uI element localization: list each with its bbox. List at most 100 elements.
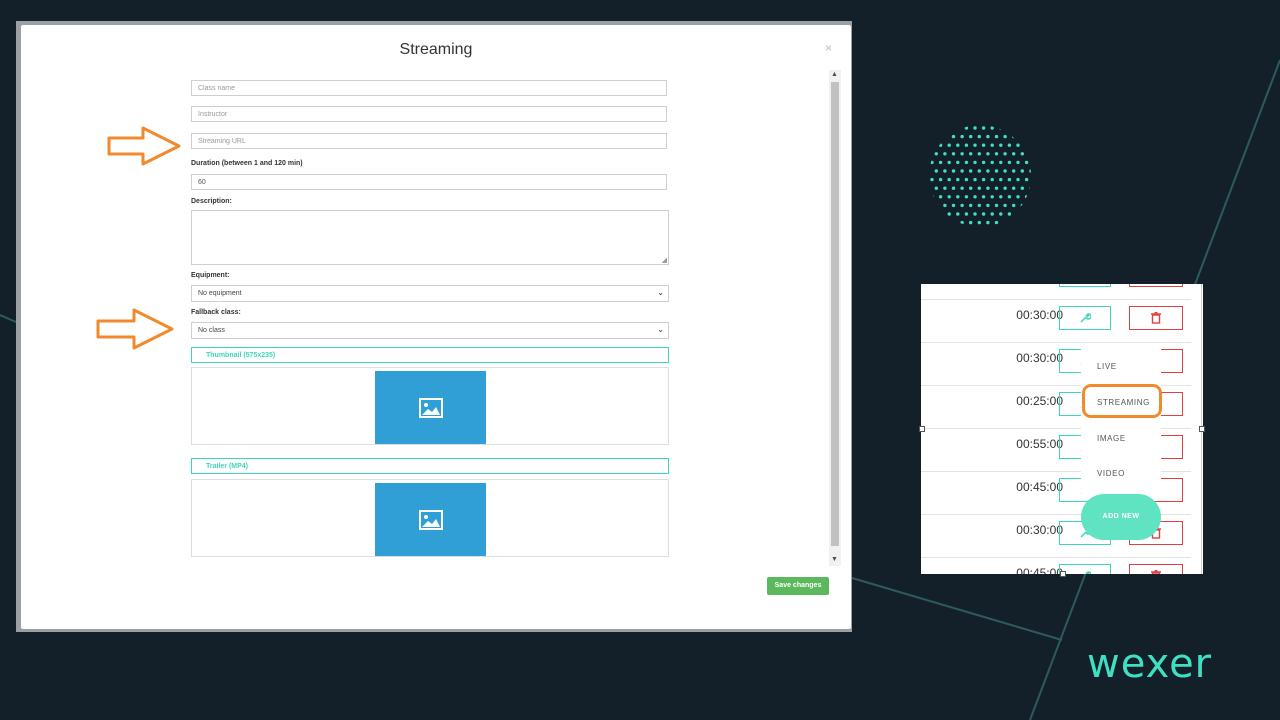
decor-dot: [999, 177, 1003, 182]
streaming-highlight-annotation: [1082, 384, 1162, 418]
arrow-annotation-icon: [96, 308, 174, 350]
equipment-label: Equipment:: [191, 272, 230, 279]
decor-dot: [1012, 220, 1016, 225]
decor-dot: [990, 195, 994, 199]
chevron-down-icon: ⌄: [657, 325, 664, 334]
decor-dot: [1029, 152, 1031, 156]
decor-dot: [960, 134, 964, 139]
decor-dot: [1007, 177, 1012, 182]
decor-dot: [1016, 126, 1020, 130]
decor-dot: [1007, 143, 1012, 147]
decor-dot: [938, 143, 943, 147]
dot-pattern-decor: [930, 126, 1031, 225]
decor-dot: [934, 169, 938, 173]
duration-value: 00:45:00: [1016, 566, 1063, 574]
decor-dot: [947, 177, 951, 182]
wrench-icon: [1085, 571, 1091, 574]
decor-dot: [986, 169, 990, 173]
thumbnail-tab[interactable]: Thumbnail (575x235): [191, 347, 669, 363]
duration-value: 00:30:00: [1016, 308, 1063, 322]
scroll-up-icon[interactable]: ▲: [831, 71, 838, 79]
decor-dot: [947, 160, 951, 165]
decor-dot: [1024, 143, 1029, 147]
delete-button[interactable]: [1129, 284, 1183, 287]
decor-dot: [994, 152, 999, 156]
class-list-panel: 00:30:00 00:30:00 00:25:00 00:55:00 00:45:00…: [921, 284, 1203, 574]
decor-dot: [990, 177, 994, 182]
decor-dot: [969, 152, 973, 156]
decor-dot: [1003, 220, 1007, 225]
decor-dot: [1012, 152, 1016, 156]
decor-dot: [986, 134, 990, 139]
thumbnail-upload-area[interactable]: [191, 367, 669, 445]
description-label: Description:: [191, 198, 232, 205]
fallback-class-select[interactable]: No class ⌄: [191, 322, 669, 339]
decor-dot: [1007, 160, 1012, 165]
decor-dot: [943, 220, 947, 225]
decor-dot: [990, 143, 994, 147]
trailer-upload-area[interactable]: [191, 479, 669, 557]
class-name-input[interactable]: Class name: [191, 80, 667, 96]
trailer-tab[interactable]: Trailer (MP4): [191, 458, 669, 474]
edit-button[interactable]: [1059, 306, 1111, 330]
close-icon[interactable]: ×: [825, 41, 832, 55]
decor-dot: [981, 126, 986, 130]
decor-dot: [1029, 203, 1031, 208]
duration-input[interactable]: 60: [191, 174, 667, 190]
decor-dot: [977, 134, 981, 139]
decor-dot: [960, 152, 964, 156]
decor-dot: [1020, 220, 1024, 225]
decor-dot: [986, 152, 990, 156]
decor-dot: [1003, 186, 1007, 190]
scrollbar-thumb[interactable]: [831, 82, 839, 546]
table-row: 00:45:00: [921, 557, 1191, 574]
decor-dot: [964, 212, 969, 216]
delete-button[interactable]: [1129, 306, 1183, 330]
decor-dot: [986, 203, 990, 208]
menu-item-video[interactable]: VIDEO: [1097, 469, 1125, 478]
decor-dot: [1007, 126, 1012, 130]
trailer-placeholder[interactable]: [375, 483, 486, 556]
decor-dot: [1024, 126, 1029, 130]
decor-dot: [1003, 134, 1007, 139]
streaming-url-input[interactable]: Streaming URL: [191, 133, 667, 149]
decor-dot: [1012, 134, 1016, 139]
menu-item-image[interactable]: IMAGE: [1097, 434, 1126, 443]
fallback-select-value: No class: [198, 327, 225, 334]
decor-dot: [999, 160, 1003, 165]
instructor-input[interactable]: Instructor: [191, 106, 667, 122]
save-changes-button[interactable]: Save changes: [767, 577, 829, 595]
decor-dot: [930, 160, 934, 165]
resize-handle-icon[interactable]: ◢: [662, 256, 667, 264]
selection-handle: [1199, 426, 1205, 432]
scroll-down-icon[interactable]: ▼: [831, 556, 838, 564]
decor-dot: [981, 195, 986, 199]
duration-value: 00:55:00: [1016, 437, 1063, 451]
menu-item-live[interactable]: LIVE: [1097, 362, 1117, 371]
description-textarea[interactable]: ◢: [191, 210, 669, 265]
decor-dot: [1012, 169, 1016, 173]
thumbnail-placeholder[interactable]: [375, 371, 486, 444]
duration-label: Duration (between 1 and 120 min): [191, 160, 303, 167]
decor-dot: [1016, 195, 1020, 199]
decor-dot: [994, 203, 999, 208]
decor-dot: [994, 169, 999, 173]
decor-dot: [956, 212, 960, 216]
equipment-select[interactable]: No equipment ⌄: [191, 285, 669, 302]
image-icon: [418, 509, 443, 530]
add-new-button[interactable]: ADD NEW: [1081, 494, 1161, 540]
decor-dot: [1016, 160, 1020, 165]
decor-dot: [947, 143, 951, 147]
decor-dot: [956, 195, 960, 199]
decor-dot: [956, 143, 960, 147]
decor-dot: [943, 134, 947, 139]
decor-dot: [969, 203, 973, 208]
decor-dot: [999, 126, 1003, 130]
edit-button[interactable]: [1059, 564, 1111, 574]
edit-button[interactable]: [1059, 284, 1111, 287]
modal-scrollbar[interactable]: ▲ ▼: [829, 70, 841, 566]
delete-button[interactable]: [1129, 564, 1183, 574]
wrench-icon: [1080, 313, 1091, 323]
decor-dot: [964, 177, 969, 182]
decor-dot: [990, 126, 994, 130]
